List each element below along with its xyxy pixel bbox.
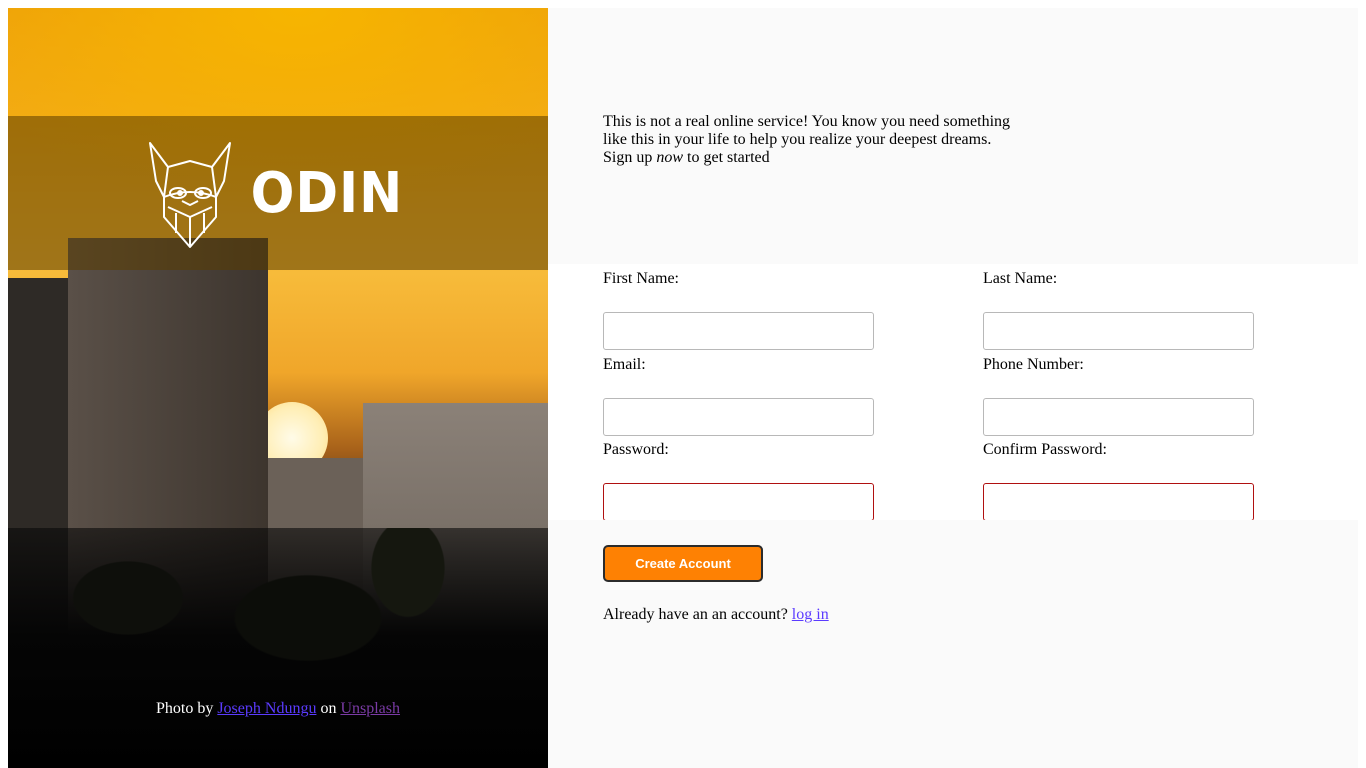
email-field: Email: [603,356,875,436]
intro-line-2-after: to get started [687,149,770,166]
photo-credit: Photo by Joseph Ndungu on Unsplash [8,700,548,718]
password-label: Password: [603,441,669,458]
confirm-password-input[interactable] [983,483,1254,521]
first-name-label: First Name: [603,270,679,287]
brand-logo-text: ODIN [250,160,404,226]
credit-prefix: Photo by [155,700,214,717]
last-name-label: Last Name: [983,270,1058,287]
intro-line-1: This is not a real online service! You k… [603,113,1011,148]
password-field: Password: [603,441,875,521]
login-prompt-text: Already have an an account? [603,606,788,623]
phone-input[interactable] [983,398,1254,436]
last-name-field: Last Name: [983,270,1255,350]
brand-banner: ODIN [8,116,548,270]
intro-text: This is not a real online service! You k… [603,113,1023,167]
first-name-input[interactable] [603,312,874,350]
phone-field: Phone Number: [983,356,1255,436]
intro-emphasis: now [656,149,684,166]
create-account-button[interactable]: Create Account [603,545,763,582]
actions-section: Create Account Already have an an accoun… [548,520,1358,768]
signup-form: First Name: Last Name: Email: Phone Numb… [548,264,1358,521]
credit-middle: on [320,700,337,717]
page: ODIN Photo by Joseph Ndungu on Unsplash … [8,8,1358,768]
photographer-link[interactable]: Joseph Ndungu [217,700,316,717]
login-link[interactable]: log in [792,606,829,623]
phone-label: Phone Number: [983,356,1084,373]
intro-line-2-before: Sign up [603,149,653,166]
viking-logo-icon [149,142,232,248]
login-prompt: Already have an an account? log in [603,606,829,624]
unsplash-link[interactable]: Unsplash [340,700,400,717]
last-name-input[interactable] [983,312,1254,350]
trees-image [8,528,548,768]
confirm-password-label: Confirm Password: [983,441,1107,458]
password-input[interactable] [603,483,874,521]
email-input[interactable] [603,398,874,436]
first-name-field: First Name: [603,270,875,350]
intro-section: This is not a real online service! You k… [548,8,1358,264]
confirm-password-field: Confirm Password: [983,441,1255,521]
email-label: Email: [603,356,646,373]
hero-panel: ODIN Photo by Joseph Ndungu on Unsplash [8,8,548,768]
